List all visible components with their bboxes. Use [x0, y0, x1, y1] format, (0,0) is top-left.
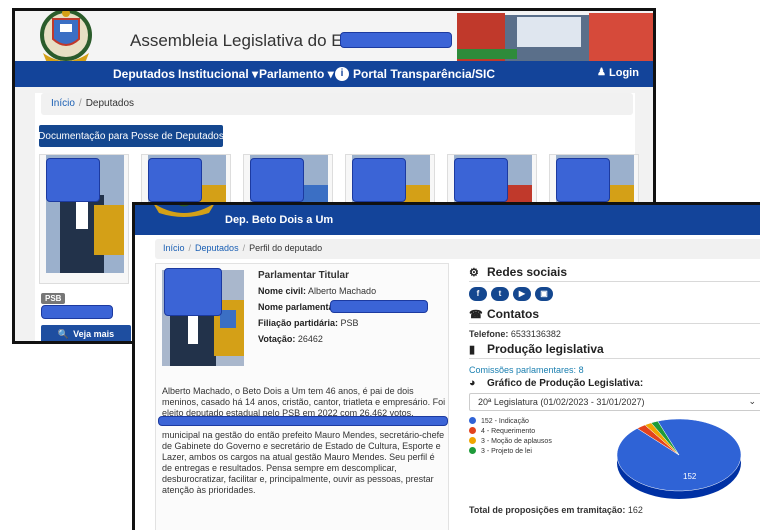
profile-title: Dep. Beto Dois a Um — [225, 214, 334, 226]
production-pie-chart: 152 — [616, 418, 742, 499]
production-title: Produção legislativa — [487, 342, 604, 356]
breadcrumb-current: Perfil do deputado — [249, 243, 323, 253]
breadcrumb: Início / Deputados — [41, 93, 633, 115]
screenshot-stage: Assembleia Legislativa do Estado d Deput… — [0, 0, 760, 530]
redacted-parliamentary-name — [330, 300, 428, 313]
contacts-heading: ☎ Contatos — [469, 307, 539, 321]
parliamentary-name-label: Nome parlamenta — [258, 302, 334, 312]
party-label: Filiação partidária: — [258, 318, 339, 328]
phone-value: 6533136382 — [510, 329, 561, 339]
civil-name-label: Nome civil: — [258, 286, 307, 296]
nav-parlamento[interactable]: Parlamento ▾ — [259, 67, 334, 81]
twitter-icon[interactable]: t — [491, 287, 509, 301]
phone-label: Telefone: — [469, 329, 509, 339]
share-icon: ⚙ — [469, 267, 479, 279]
redacted-face — [148, 158, 202, 202]
legend-swatch — [469, 427, 476, 434]
legend-swatch — [469, 417, 476, 424]
legend-item: 4 - Requerimento — [469, 427, 535, 435]
info-icon: i — [335, 67, 349, 81]
parliamentary-name-row: Nome parlamenta — [258, 302, 334, 312]
legend-label: 3 - Projeto de lei — [481, 448, 532, 455]
legend-label: 4 - Requerimento — [481, 428, 536, 435]
legend-swatch — [469, 447, 476, 454]
phone-row: Telefone: 6533136382 — [469, 329, 561, 339]
legend-swatch — [469, 437, 476, 444]
civil-name-row: Nome civil: Alberto Machado — [258, 286, 376, 296]
search-icon: 🔍 — [57, 328, 70, 339]
facebook-icon[interactable]: f — [469, 287, 487, 301]
redacted-bio-line — [158, 416, 448, 426]
production-heading: ▮ Produção legislativa — [469, 342, 604, 356]
social-title: Redes sociais — [487, 265, 568, 279]
legend-label: 152 - Indicação — [481, 418, 529, 425]
bar-chart-icon: ▮ — [469, 344, 476, 356]
redacted-face — [454, 158, 508, 202]
civil-name-value: Alberto Machado — [308, 286, 377, 296]
redacted-face — [250, 158, 304, 202]
total-row: Total de proposições em tramitação: 162 — [469, 505, 643, 515]
doc-posse-button[interactable]: Documentação para Posse de Deputados — [38, 125, 224, 147]
legend-item: 152 - Indicação — [469, 417, 529, 425]
redacted-face — [164, 268, 222, 316]
legend-label: 3 - Moção de aplausos — [481, 438, 552, 445]
commissions-label: Comissões parlamentares: — [469, 365, 577, 375]
redacted-deputy-name — [41, 305, 113, 319]
profile-breadcrumb: Início / Deputados / Perfil do deputado — [155, 239, 760, 259]
breadcrumb-current: Deputados — [85, 98, 135, 109]
chevron-down-icon: ⌄ — [748, 396, 756, 406]
total-label: Total de proposições em tramitação: — [469, 505, 626, 515]
user-icon: ♟ — [597, 67, 606, 78]
party-row: Filiação partidária: PSB — [258, 318, 359, 328]
votes-value: 26462 — [297, 334, 323, 344]
legislature-select-value: 20ª Legislatura (01/02/2023 - 31/01/2027… — [478, 397, 645, 407]
votes-row: Votação: 26462 — [258, 334, 323, 344]
profile-panel: Parlamentar Titular Nome civil: Alberto … — [155, 263, 449, 530]
breadcrumb-deputados[interactable]: Deputados — [195, 243, 239, 253]
bio-text-top: Alberto Machado, o Beto Dois a Um tem 46… — [162, 386, 446, 418]
instagram-icon[interactable]: ▣ — [535, 287, 553, 301]
redacted-state-name — [340, 32, 452, 48]
redacted-face — [556, 158, 610, 202]
youtube-icon[interactable]: ▶ — [513, 287, 531, 301]
header-building-photo — [445, 11, 653, 65]
redacted-face — [352, 158, 406, 202]
bio-text-bottom: municipal na gestão do então prefeito Ma… — [162, 430, 445, 495]
role-label: Parlamentar Titular — [258, 270, 349, 281]
login-link[interactable]: Login — [609, 67, 639, 79]
legislature-select[interactable]: 20ª Legislatura (01/02/2023 - 31/01/2027… — [469, 393, 760, 411]
deputy-profile-window: Dep. Beto Dois a Um Início / Deputados / Per… — [132, 202, 760, 530]
profile-navbar: Dep. Beto Dois a Um — [135, 205, 760, 235]
nav-institucional[interactable]: Institucional ▾ — [178, 67, 258, 81]
legend-item: 3 - Moção de aplausos — [469, 437, 552, 445]
breadcrumb-home[interactable]: Início — [163, 243, 185, 253]
contacts-title: Contatos — [487, 307, 539, 321]
phone-icon: ☎ — [469, 309, 483, 321]
votes-label: Votação: — [258, 334, 296, 344]
commissions-row[interactable]: Comissões parlamentares: 8 — [469, 365, 584, 375]
pie-chart-icon: ◕ — [469, 377, 476, 389]
chart-title: Gráfico de Produção Legislativa: — [487, 378, 644, 389]
party-badge: PSB — [41, 293, 66, 304]
total-value: 162 — [627, 505, 643, 515]
legend-item: 3 - Projeto de lei — [469, 447, 532, 455]
deputy-card[interactable] — [39, 154, 129, 284]
party-value: PSB — [340, 318, 359, 328]
pie-data-label: 152 — [683, 472, 697, 481]
redacted-face — [46, 158, 100, 202]
veja-mais-button[interactable]: 🔍 Veja mais — [41, 325, 131, 341]
main-navbar: Deputados Institucional ▾ Parlamento ▾ i… — [15, 61, 653, 87]
divider — [469, 358, 760, 359]
site-header: Assembleia Legislativa do Estado d — [15, 11, 653, 67]
breadcrumb-home[interactable]: Início — [51, 98, 75, 109]
divider — [469, 281, 760, 282]
nav-deputados[interactable]: Deputados — [113, 67, 175, 81]
divider — [469, 323, 760, 324]
social-heading: ⚙ Redes sociais — [469, 265, 567, 279]
state-coat-of-arms-icon — [154, 205, 214, 217]
commissions-value: 8 — [578, 365, 584, 375]
chart-heading: ◕ Gráfico de Produção Legislativa: — [469, 377, 643, 389]
veja-mais-label: Veja mais — [73, 329, 115, 339]
nav-portal-transparencia[interactable]: Portal Transparência/SIC — [353, 67, 495, 81]
